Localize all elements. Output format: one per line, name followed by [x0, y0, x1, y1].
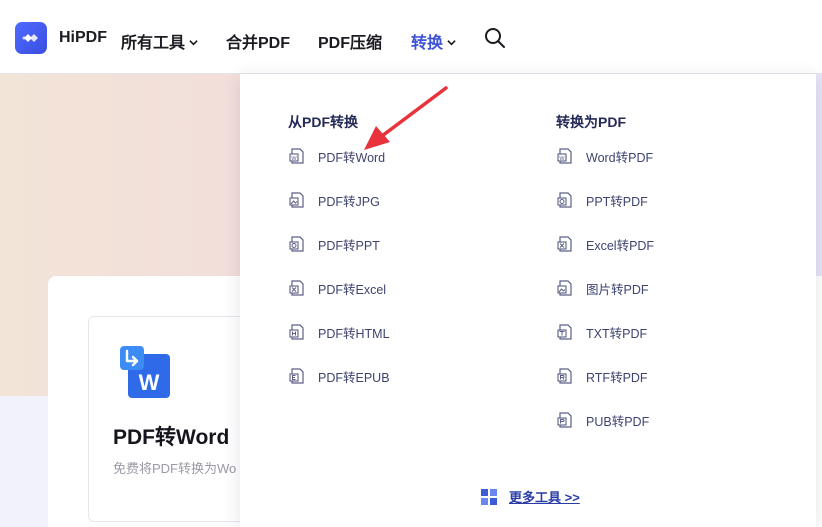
nav-all-tools[interactable]: 所有工具: [121, 29, 198, 53]
menu-item-pdf-to-epub[interactable]: PDF转EPUB: [288, 366, 390, 386]
menu-item-label: Excel转PDF: [586, 238, 655, 253]
grid-icon: [481, 488, 497, 505]
menu-item-label: TXT转PDF: [586, 326, 648, 341]
to-pdf-title: 转换为PDF: [556, 114, 626, 130]
red-arrow-annotation-icon: [364, 86, 448, 150]
menu-item-txt-to-pdf[interactable]: TXT转PDF: [556, 322, 647, 342]
menu-item-label: PDF转PPT: [318, 238, 380, 253]
tool-card-description: 免费将PDF转换为Wo: [113, 461, 237, 476]
nav-merge-pdf[interactable]: 合并PDF: [226, 29, 290, 53]
chevron-down-icon: [447, 40, 456, 46]
word-file-icon: W: [289, 148, 304, 164]
nav-all-tools-label: 所有工具: [121, 35, 186, 52]
menu-item-label: PDF转Excel: [318, 282, 387, 297]
more-tools-link[interactable]: 更多工具 >>: [481, 487, 580, 506]
more-tools-label: 更多工具 >>: [509, 490, 580, 505]
hipdf-logo-icon[interactable]: [15, 22, 47, 54]
svg-text:W: W: [139, 370, 160, 395]
rtf-file-icon: [557, 368, 572, 384]
menu-item-label: Word转PDF: [586, 150, 654, 165]
menu-item-pub-to-pdf[interactable]: PUB转PDF: [556, 410, 649, 430]
menu-item-pdf-to-jpg[interactable]: PDF转JPG: [288, 190, 380, 210]
top-nav-bar: HiPDF 所有工具 合并PDF PDF压缩 转换: [0, 0, 822, 74]
menu-item-word-to-pdf[interactable]: W Word转PDF: [556, 146, 653, 166]
menu-item-pdf-to-excel[interactable]: PDF转Excel: [288, 278, 386, 298]
search-icon[interactable]: [484, 27, 506, 49]
svg-text:W: W: [559, 156, 565, 162]
logo-text[interactable]: HiPDF: [59, 29, 107, 47]
svg-text:W: W: [291, 156, 297, 162]
image-file-icon: [557, 280, 572, 296]
menu-item-pdf-to-ppt[interactable]: PDF转PPT: [288, 234, 380, 254]
menu-item-label: PDF转HTML: [318, 326, 390, 341]
from-pdf-title: 从PDF转换: [288, 114, 358, 130]
menu-item-rtf-to-pdf[interactable]: RTF转PDF: [556, 366, 648, 386]
menu-item-ppt-to-pdf[interactable]: PPT转PDF: [556, 190, 648, 210]
image-file-icon: [289, 192, 304, 208]
menu-item-excel-to-pdf[interactable]: Excel转PDF: [556, 234, 654, 254]
convert-dropdown-menu: 从PDF转换 转换为PDF W PDF转Word PDF转JPG PDF转PPT…: [240, 74, 816, 527]
epub-file-icon: [289, 368, 304, 384]
menu-item-label: PDF转EPUB: [318, 370, 390, 385]
pdf-to-word-tool-icon: W: [120, 346, 170, 398]
pub-file-icon: [557, 412, 572, 428]
ppt-file-icon: [289, 236, 304, 252]
nav-compress-pdf[interactable]: PDF压缩: [318, 29, 382, 53]
tool-card-pdf-to-word[interactable]: [88, 316, 258, 522]
excel-file-icon: [557, 236, 572, 252]
menu-item-label: PUB转PDF: [586, 414, 650, 429]
txt-file-icon: [557, 324, 572, 340]
menu-item-label: PPT转PDF: [586, 194, 648, 209]
menu-item-label: RTF转PDF: [586, 370, 648, 385]
nav-convert[interactable]: 转换: [411, 29, 456, 53]
html-file-icon: [289, 324, 304, 340]
nav-convert-label: 转换: [411, 35, 444, 52]
chevron-down-icon: [189, 40, 198, 46]
menu-item-pdf-to-html[interactable]: PDF转HTML: [288, 322, 390, 342]
word-file-icon: W: [557, 148, 572, 164]
ppt-file-icon: [557, 192, 572, 208]
menu-item-image-to-pdf[interactable]: 图片转PDF: [556, 278, 649, 298]
excel-file-icon: [289, 280, 304, 296]
menu-item-label: 图片转PDF: [586, 282, 649, 297]
tool-card-title: PDF转Word: [113, 426, 230, 449]
menu-item-label: PDF转JPG: [318, 194, 380, 209]
